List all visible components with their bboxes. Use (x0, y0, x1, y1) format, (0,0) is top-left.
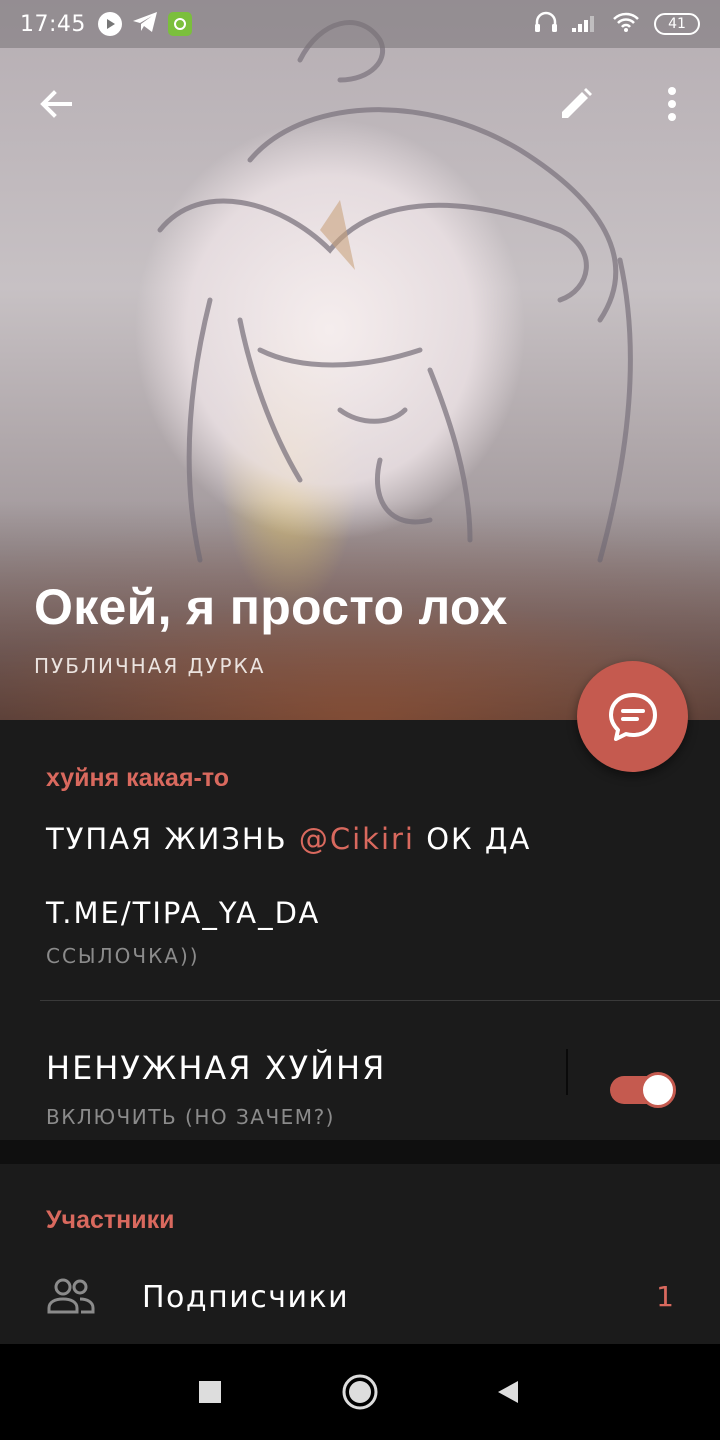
chat-bubble-icon (608, 692, 657, 741)
info-section-title: хуйня какая-то (46, 764, 230, 792)
youtube-icon (97, 12, 122, 36)
square-icon (199, 1381, 221, 1403)
toggle-row[interactable]: ненужная хуйня включить (но зачем?) (0, 1001, 720, 1141)
telegram-icon (132, 11, 158, 37)
section-gap (0, 1140, 720, 1164)
channel-link[interactable]: t.me/tipa_ya_da (46, 896, 320, 930)
toggle-caption: включить (но зачем?) (46, 1105, 335, 1129)
vertical-separator (566, 1049, 568, 1095)
channel-info-section: хуйня какая-то тупая жизнь @Cikiri ок да… (0, 720, 720, 1140)
members-section: Участники Подписчики 1 (0, 1164, 720, 1344)
app-icon (167, 12, 192, 36)
recents-button[interactable] (186, 1368, 234, 1416)
toggle-knob (640, 1072, 676, 1108)
nav-back-button[interactable] (484, 1368, 532, 1416)
more-vertical-icon (668, 87, 676, 121)
top-action-bar (0, 72, 720, 136)
home-button[interactable] (336, 1368, 384, 1416)
subscribers-label: Подписчики (142, 1280, 350, 1315)
channel-description[interactable]: тупая жизнь @Cikiri ок да (46, 822, 531, 856)
more-button[interactable] (640, 72, 704, 136)
arrow-left-icon (40, 90, 72, 118)
description-mention-link[interactable]: @Cikiri (299, 822, 415, 856)
channel-link-caption: ссылочка)) (46, 944, 200, 968)
subscribers-count: 1 (656, 1280, 674, 1313)
people-icon (46, 1276, 96, 1320)
toggle-title: ненужная хуйня (46, 1049, 387, 1087)
headset-icon (534, 11, 558, 37)
status-time: 17:45 (20, 11, 86, 37)
battery-icon: 41 (654, 13, 700, 35)
subscribers-row[interactable]: Подписчики 1 (0, 1264, 720, 1334)
toggle-switch[interactable] (610, 1072, 678, 1108)
chat-title: Окей, я просто лох (34, 579, 508, 635)
chat-subtitle: публичная дурка (34, 654, 266, 678)
circle-icon (342, 1374, 378, 1410)
members-section-title: Участники (46, 1206, 175, 1234)
open-chat-button[interactable] (577, 661, 688, 772)
system-nav-bar (0, 1344, 720, 1440)
wifi-icon (612, 12, 640, 36)
chat-title-block: Окей, я просто лох публичная дурка (34, 578, 508, 678)
edit-button[interactable] (544, 72, 608, 136)
pencil-icon (562, 88, 592, 118)
description-suffix: ок да (414, 822, 532, 856)
status-bar: 17:45 41 (0, 0, 720, 48)
description-prefix: тупая жизнь (46, 822, 299, 856)
back-button[interactable] (24, 72, 88, 136)
profile-photo[interactable]: 17:45 41 Окей, я просто лох ПУБЛИЧНАЯ ДУ… (0, 0, 720, 720)
signal-icon (572, 12, 598, 36)
triangle-back-icon (498, 1381, 518, 1403)
